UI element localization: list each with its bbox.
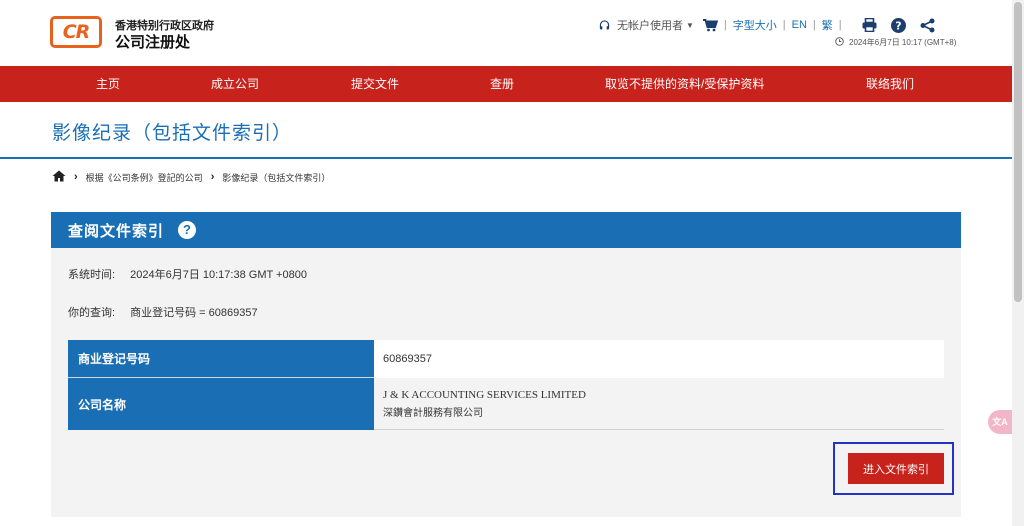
panel-header: 查阅文件索引 ? bbox=[51, 212, 961, 248]
system-time-value: 2024年6月7日 10:17:38 GMT +0800 bbox=[130, 269, 307, 281]
company-name-en: J & K ACCOUNTING SERVICES LIMITED bbox=[383, 388, 586, 401]
divider: | bbox=[838, 19, 842, 31]
home-icon[interactable] bbox=[52, 170, 66, 184]
cart-icon[interactable] bbox=[702, 18, 718, 32]
page-title: 影像纪录（包括文件索引） bbox=[52, 123, 293, 144]
nav-item-contact[interactable]: 联络我们 bbox=[866, 66, 914, 102]
panel-title: 查阅文件索引 bbox=[68, 223, 165, 240]
query-label: 你的查询: bbox=[68, 307, 116, 319]
user-icon[interactable] bbox=[598, 19, 611, 32]
site-header: CR 香港特别行政区政府 公司注册处 无帐户使用者 ▼ | 字型大小 | EN … bbox=[0, 0, 1012, 66]
translate-icon[interactable]: 文A bbox=[988, 410, 1012, 434]
print-icon[interactable] bbox=[862, 18, 877, 32]
table-row: 商业登记号码 60869357 bbox=[68, 340, 944, 378]
share-icon[interactable] bbox=[920, 18, 935, 33]
font-size-link[interactable]: 字型大小 bbox=[733, 17, 777, 33]
highlight-frame: 进入文件索引 bbox=[833, 442, 954, 495]
breadcrumb-link-companies[interactable]: 根据《公司条例》登記的公司 bbox=[86, 171, 203, 184]
scrollbar[interactable] bbox=[1012, 0, 1024, 526]
divider: | bbox=[723, 19, 727, 31]
clock-icon bbox=[835, 37, 844, 48]
company-name-zh: 深鑽會計服務有限公司 bbox=[383, 407, 483, 419]
breadcrumb: › 根据《公司条例》登記的公司 › 影像纪录（包括文件索引） bbox=[52, 170, 330, 184]
company-name-value: J & K ACCOUNTING SERVICES LIMITED 深鑽會計服務… bbox=[374, 378, 944, 430]
query-row: 你的查询: 商业登记号码 = 60869357 bbox=[68, 304, 258, 320]
main-nav: 主页 成立公司 提交文件 查册 取览不提供的资料/受保护资料 联络我们 bbox=[0, 66, 1012, 102]
br-number-label: 商业登记号码 bbox=[68, 340, 374, 378]
scrollbar-thumb[interactable] bbox=[1014, 2, 1022, 302]
company-info-table: 商业登记号码 60869357 公司名称 J & K ACCOUNTING SE… bbox=[68, 340, 944, 430]
breadcrumb-current: 影像纪录（包括文件索引） bbox=[222, 172, 331, 183]
nav-item-search[interactable]: 查册 bbox=[490, 66, 514, 102]
enter-document-index-button[interactable]: 进入文件索引 bbox=[848, 453, 944, 484]
divider: | bbox=[812, 19, 816, 31]
cr-logo[interactable]: CR bbox=[50, 16, 102, 48]
chevron-down-icon[interactable]: ▼ bbox=[686, 21, 694, 30]
nav-item-protected-info[interactable]: 取览不提供的资料/受保护资料 bbox=[605, 66, 764, 102]
nav-item-incorporate[interactable]: 成立公司 bbox=[211, 66, 259, 102]
divider bbox=[0, 157, 1012, 159]
svg-text:?: ? bbox=[895, 19, 901, 32]
nav-item-file-documents[interactable]: 提交文件 bbox=[351, 66, 399, 102]
help-icon[interactable]: ? bbox=[178, 221, 196, 239]
org-name-line2: 公司注册处 bbox=[115, 34, 191, 51]
br-number-value: 60869357 bbox=[374, 340, 944, 378]
lang-trad-link[interactable]: 繁 bbox=[822, 17, 833, 33]
top-toolbar: 无帐户使用者 ▼ | 字型大小 | EN | 繁 | ? bbox=[598, 16, 935, 34]
table-row: 公司名称 J & K ACCOUNTING SERVICES LIMITED 深… bbox=[68, 378, 944, 430]
nav-item-home[interactable]: 主页 bbox=[96, 66, 120, 102]
help-icon[interactable]: ? bbox=[890, 17, 906, 33]
document-index-panel: 查阅文件索引 ? 系统时间: 2024年6月7日 10:17:38 GMT +0… bbox=[51, 212, 961, 517]
user-menu[interactable]: 无帐户使用者 bbox=[617, 17, 683, 33]
company-name-label: 公司名称 bbox=[68, 378, 374, 430]
chevron-right-icon: › bbox=[74, 171, 78, 183]
chevron-right-icon: › bbox=[210, 171, 215, 183]
system-time-row: 系统时间: 2024年6月7日 10:17:38 GMT +0800 bbox=[68, 266, 307, 282]
lang-en-link[interactable]: EN bbox=[792, 19, 807, 31]
query-value: 商业登记号码 = 60869357 bbox=[130, 307, 258, 319]
header-datetime: 2024年6月7日 10:17 (GMT+8) bbox=[835, 37, 956, 48]
system-time-label: 系统时间: bbox=[68, 269, 116, 281]
divider: | bbox=[782, 19, 786, 31]
